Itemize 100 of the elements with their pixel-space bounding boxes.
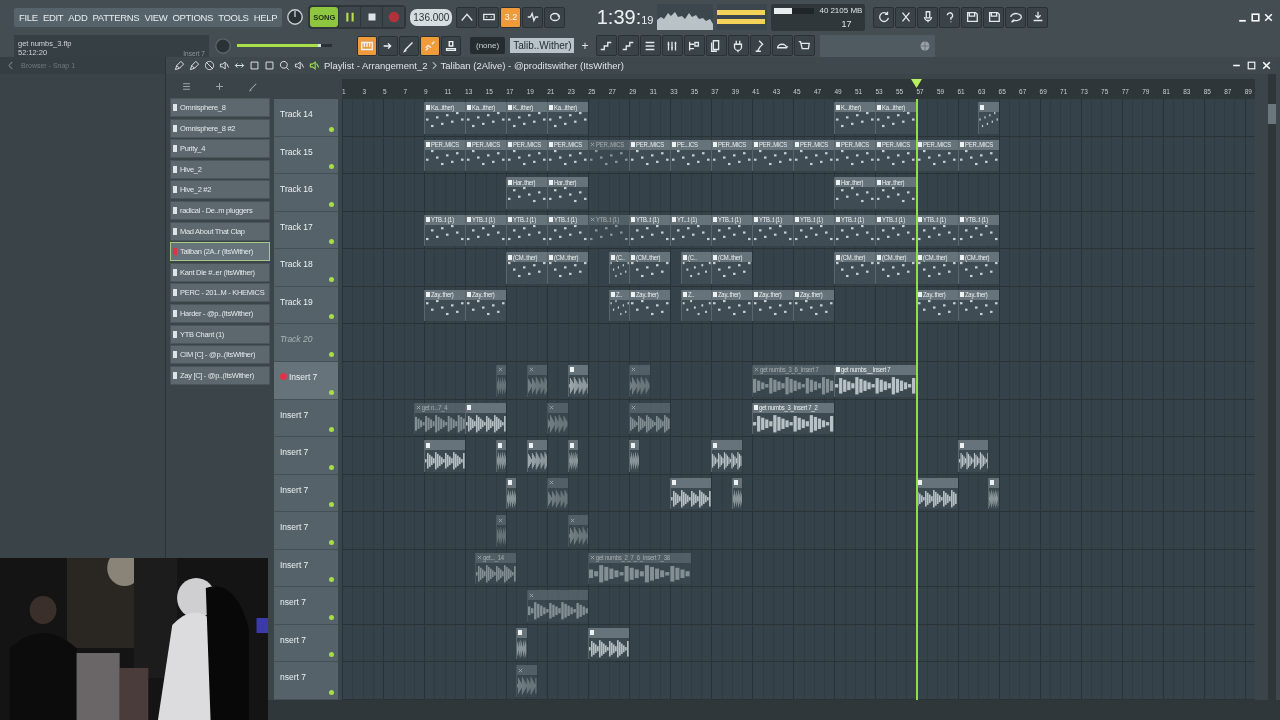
play-button[interactable]	[339, 7, 361, 27]
tree-button[interactable]	[683, 35, 705, 56]
track-header[interactable]: nsert 7	[274, 624, 338, 663]
audio-clip[interactable]	[670, 477, 712, 510]
track-header[interactable]: Insert 7	[274, 549, 338, 588]
select-icon[interactable]	[249, 60, 260, 71]
track-header[interactable]: Insert 7	[274, 512, 338, 550]
track-header[interactable]: Track 20	[274, 324, 338, 362]
audio-clip[interactable]	[526, 440, 548, 472]
pattern-dropdown[interactable]: (none)	[470, 37, 506, 54]
audio-clip[interactable]	[516, 627, 527, 660]
audio-clip[interactable]	[547, 402, 568, 435]
audio-clip[interactable]	[567, 515, 589, 547]
add-pattern-button[interactable]: +	[579, 38, 591, 53]
cross-button[interactable]	[895, 6, 917, 28]
steps-button[interactable]	[595, 35, 617, 56]
stamp-button[interactable]	[441, 35, 461, 56]
audio-clip[interactable]	[567, 440, 578, 472]
track-header[interactable]: nsert 7	[274, 662, 338, 700]
audio-clip[interactable]	[495, 440, 507, 472]
audio-clip[interactable]	[547, 477, 568, 510]
audio-clip[interactable]	[588, 627, 630, 660]
help-button[interactable]	[939, 6, 961, 28]
download-button[interactable]	[1027, 6, 1049, 28]
zoom-icon[interactable]	[279, 60, 290, 71]
menu-item[interactable]: ADD	[68, 11, 88, 23]
speaker-icon[interactable]	[294, 60, 305, 71]
plus-icon[interactable]	[214, 80, 226, 92]
menu-item[interactable]: VIEW	[144, 11, 168, 23]
menu-item[interactable]: HELP	[253, 11, 278, 23]
plug-button[interactable]	[727, 35, 749, 56]
speaker-icon[interactable]	[219, 60, 230, 71]
steps-button[interactable]	[617, 35, 639, 56]
audio-clip[interactable]	[957, 440, 989, 472]
arrow-button[interactable]	[378, 35, 398, 56]
track-header[interactable]: Track 18	[274, 249, 338, 287]
link-button[interactable]	[420, 35, 440, 56]
menu-item[interactable]: TOOLS	[218, 11, 249, 23]
track-lane[interactable]	[342, 324, 1255, 362]
track-header[interactable]: Track 19	[274, 286, 338, 325]
track-lane[interactable]	[342, 512, 1255, 550]
globe-icon[interactable]	[918, 39, 931, 52]
track-header[interactable]: nsert 7	[274, 587, 338, 625]
brush-icon[interactable]	[174, 60, 185, 71]
pencil-button[interactable]	[399, 35, 419, 56]
audio-clip[interactable]	[711, 440, 743, 472]
track-header[interactable]: Track 14	[274, 99, 338, 137]
pattern-clip[interactable]	[978, 102, 999, 134]
save-button[interactable]	[961, 6, 983, 28]
mic-button[interactable]	[917, 6, 939, 28]
toggle-button[interactable]	[544, 6, 566, 28]
audio-clip[interactable]	[916, 477, 958, 510]
close-icon[interactable]	[1261, 60, 1272, 71]
maximize-icon[interactable]	[1246, 60, 1257, 71]
resize-icon[interactable]	[234, 60, 245, 71]
lamp-button[interactable]	[749, 35, 771, 56]
audio-clip[interactable]	[526, 590, 589, 622]
audio-clip[interactable]	[629, 402, 671, 435]
track-lane[interactable]	[342, 587, 1255, 625]
tempo-display[interactable]: 136.000	[410, 8, 453, 26]
audio-clip[interactable]	[465, 402, 507, 435]
track-lane[interactable]	[342, 437, 1255, 475]
piano-button[interactable]	[357, 35, 377, 56]
track-header[interactable]: Insert 7	[274, 474, 338, 513]
mixer-button[interactable]	[661, 35, 683, 56]
audio-clip[interactable]	[988, 477, 999, 510]
audio-clip[interactable]	[424, 440, 466, 472]
brush-icon[interactable]	[189, 60, 200, 71]
files-button[interactable]	[705, 35, 727, 56]
track-lane[interactable]	[342, 662, 1255, 700]
save-button[interactable]	[983, 6, 1005, 28]
audio-clip[interactable]	[629, 440, 640, 472]
menu-item[interactable]: PATTERNS	[92, 11, 140, 23]
playhead-marker-icon[interactable]	[911, 79, 923, 88]
toggle-button[interactable]	[522, 6, 544, 28]
track-lane[interactable]	[342, 474, 1255, 513]
menu-item[interactable]: OPTIONS	[172, 11, 214, 23]
track-header[interactable]: Insert 7	[274, 437, 338, 475]
cart-button[interactable]	[793, 35, 815, 56]
refresh-button[interactable]	[873, 6, 895, 28]
track-header[interactable]: Track 17	[274, 211, 338, 250]
speaker-icon[interactable]	[309, 60, 320, 71]
audio-clip[interactable]	[495, 515, 507, 547]
close-icon[interactable]	[1263, 11, 1274, 23]
select-icon[interactable]	[264, 60, 275, 71]
menu-item[interactable]: EDIT	[42, 11, 64, 23]
menu-item[interactable]: FILE	[19, 11, 38, 23]
turtle-button[interactable]	[771, 35, 793, 56]
stop-button[interactable]	[361, 7, 383, 27]
pattern-selector[interactable]: Talib..Wither)	[510, 38, 575, 53]
track-header[interactable]: Track 15	[274, 136, 338, 175]
chat-button[interactable]	[1005, 6, 1027, 28]
track-lane[interactable]	[342, 624, 1255, 663]
scrollbar[interactable]	[1268, 74, 1276, 700]
list-button[interactable]	[639, 35, 661, 56]
ban-icon[interactable]	[204, 60, 215, 71]
toggle-button[interactable]	[456, 6, 478, 28]
audio-clip[interactable]	[506, 477, 517, 510]
audio-clip[interactable]	[516, 665, 537, 697]
audio-clip[interactable]	[731, 477, 743, 510]
